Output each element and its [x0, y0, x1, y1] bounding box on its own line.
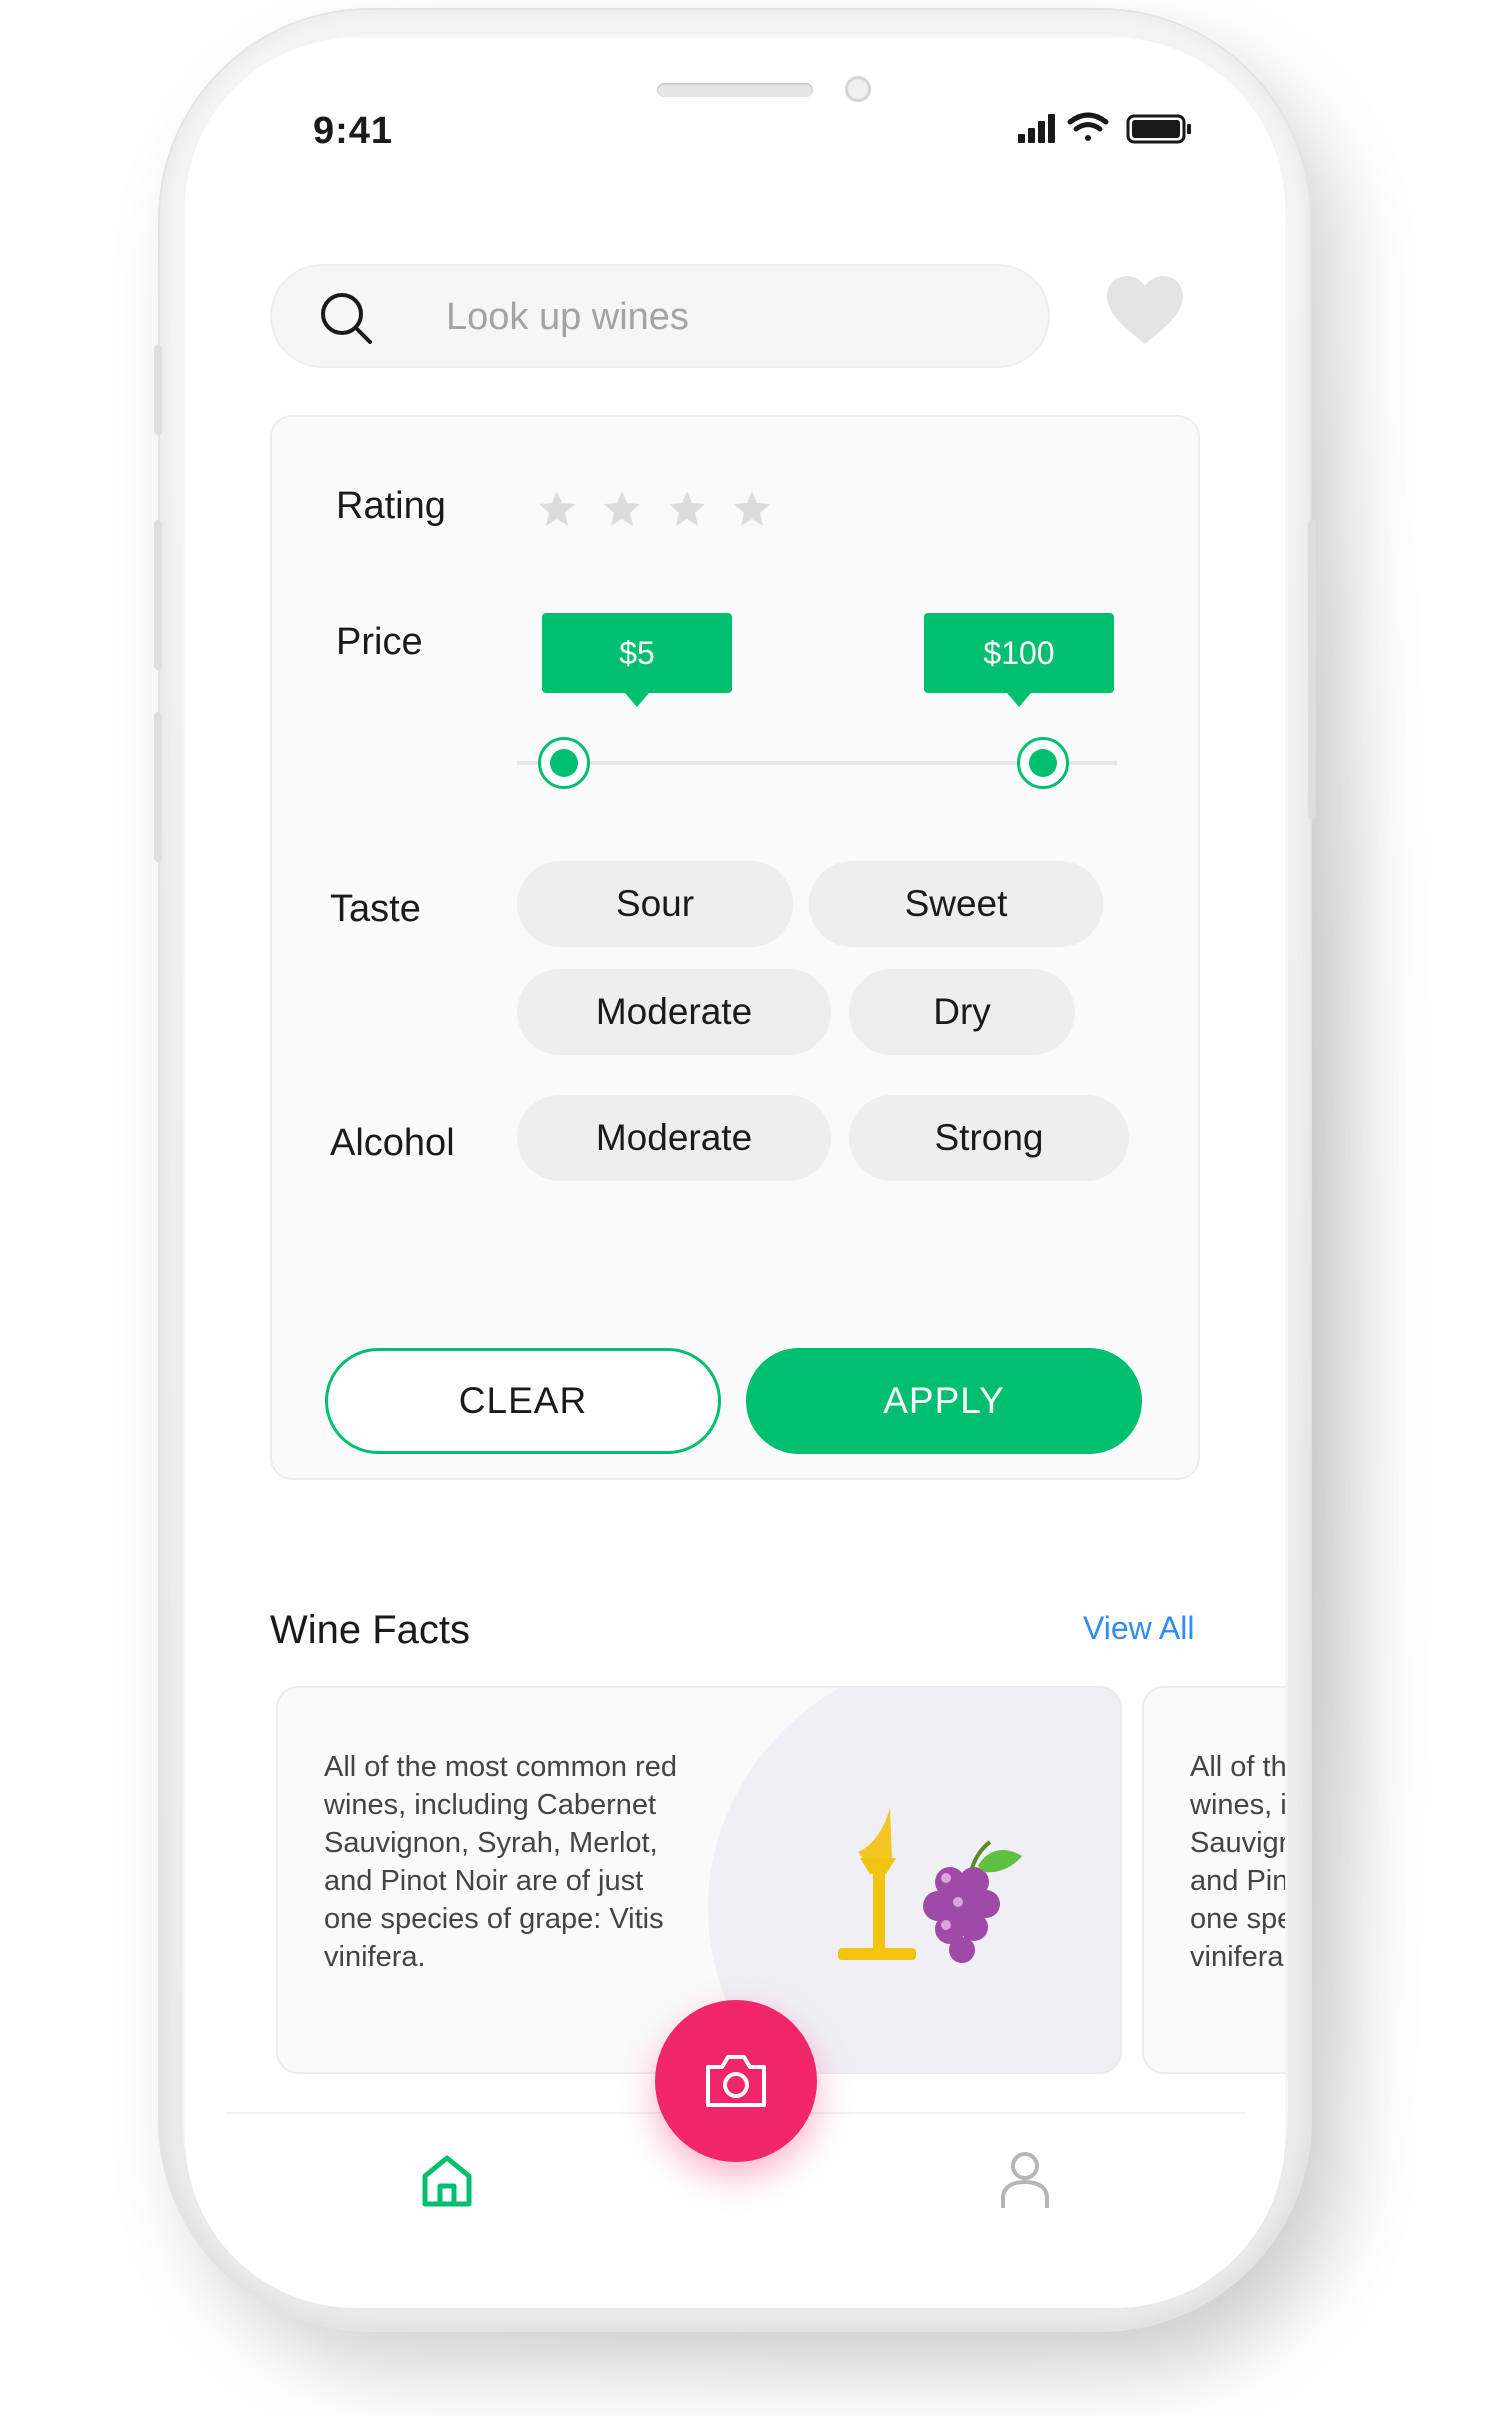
taste-chip-sour[interactable]: Sour [517, 861, 793, 947]
alcohol-chip-moderate[interactable]: Moderate [517, 1095, 831, 1181]
fact-text: All of the most common red wines, includ… [1190, 1751, 1285, 1973]
view-all-link[interactable]: View All [1083, 1610, 1194, 1647]
taste-label: Taste [330, 888, 421, 930]
rating-label: Rating [336, 485, 446, 527]
heart-icon[interactable] [1107, 276, 1183, 346]
fact-card[interactable]: All of the most common red wines, includ… [1142, 1686, 1285, 2074]
alcohol-chip-strong[interactable]: Strong [849, 1095, 1129, 1181]
power-button [1308, 520, 1316, 820]
signal-icon [1018, 114, 1055, 143]
wifi-icon [1067, 112, 1109, 141]
search-input[interactable] [444, 266, 1008, 368]
home-icon[interactable] [421, 2154, 473, 2208]
wine-grapes-icon [838, 1808, 1022, 1963]
rating-star-icon[interactable] [667, 489, 707, 529]
battery-icon [1126, 114, 1191, 144]
volume-down-button [154, 712, 162, 862]
price-max-tag: $100 [924, 613, 1114, 707]
alcohol-label: Alcohol [330, 1122, 455, 1164]
rating-star-icon[interactable] [602, 489, 642, 529]
taste-chip-moderate[interactable]: Moderate [517, 969, 831, 1055]
apply-button[interactable]: APPLY [746, 1348, 1142, 1454]
rating-star-icon[interactable] [732, 489, 772, 529]
status-time: 9:41 [313, 110, 394, 152]
front-camera [845, 76, 871, 102]
price-max-handle[interactable] [1017, 737, 1069, 789]
status-icons [1018, 112, 1191, 144]
price-min-handle[interactable] [538, 737, 590, 789]
search-bar[interactable] [270, 264, 1050, 368]
mute-switch [154, 345, 162, 435]
price-label: Price [336, 621, 423, 663]
volume-up-button [154, 520, 162, 670]
wine-facts-title: Wine Facts [270, 1608, 471, 1652]
camera-icon [706, 2055, 766, 2107]
app-screen: 9:41 Rating [185, 38, 1285, 2308]
fact-text: All of the most common red wines, includ… [324, 1751, 677, 1973]
taste-chip-sweet[interactable]: Sweet [809, 861, 1103, 947]
rating-star-icon[interactable] [537, 489, 577, 529]
profile-icon[interactable] [999, 2150, 1051, 2210]
clear-button[interactable]: CLEAR [325, 1348, 721, 1454]
camera-fab[interactable] [655, 2000, 817, 2162]
search-icon [321, 293, 372, 344]
filter-panel: Rating Price $5 $100 Taste Sour Sweet Mo… [270, 415, 1200, 1480]
price-min-tag: $5 [542, 613, 732, 707]
taste-chip-dry[interactable]: Dry [849, 969, 1075, 1055]
speaker-grille [657, 83, 813, 97]
